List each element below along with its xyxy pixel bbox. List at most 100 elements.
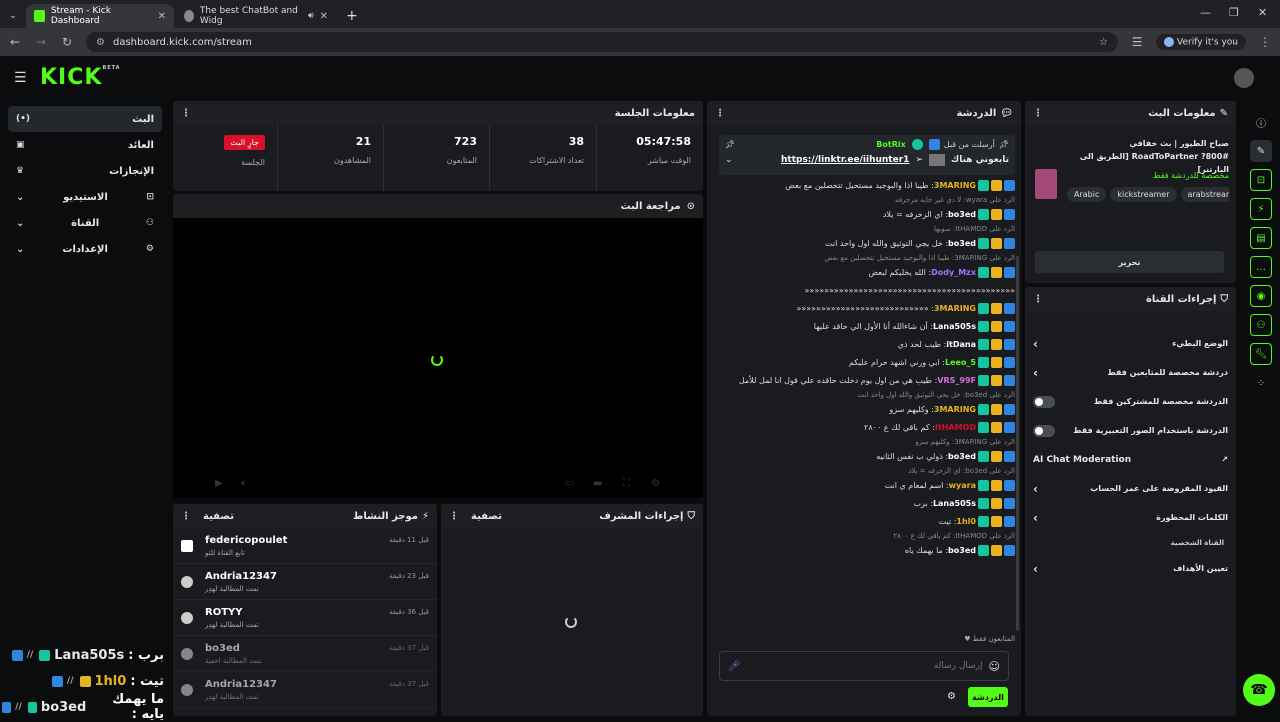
filter-button[interactable]: تصفية <box>471 511 502 522</box>
chat-settings-icon[interactable]: ⚙ <box>947 691 956 702</box>
tag-chip[interactable]: Arabic <box>1067 187 1107 202</box>
chat-message[interactable]: Lana505s: برب <box>719 495 1015 513</box>
chat-message[interactable]: bo3ed: خل يجي التوثيق والله اول واحد انت <box>719 235 1015 253</box>
theater-icon[interactable]: ▬ <box>593 478 602 489</box>
chat-username[interactable]: 1hl0 <box>956 517 976 526</box>
sidebar-item-channel[interactable]: ⚇ القناة ⌄ <box>8 210 162 236</box>
category-name[interactable]: مخصصة للدردشة فقط <box>1063 171 1229 180</box>
maximize-icon[interactable]: ❐ <box>1229 6 1239 19</box>
chat-message[interactable]: 3MARING: طيبا اذا والبوجيد مستحيل تتحصلي… <box>719 177 1015 195</box>
more-icon[interactable]: ⋮ <box>1033 108 1043 119</box>
chat-message[interactable]: Lana505s: أن شاءالله أنا الأول الي حاقد … <box>719 318 1015 336</box>
more-icon[interactable]: ⋮ <box>181 511 191 522</box>
subscribers-only-toggle[interactable] <box>1033 395 1055 408</box>
extensions-icon[interactable]: ☰ <box>1130 35 1144 49</box>
kick-logo[interactable]: KICKBETA <box>40 65 121 90</box>
chat-message[interactable]: itDana: طيب لحد ذي <box>719 336 1015 354</box>
apps-icon[interactable]: ⁘ <box>1250 372 1272 394</box>
chevron-down-icon[interactable]: ⌄ <box>725 155 733 165</box>
more-icon[interactable]: ⋮ <box>715 108 725 119</box>
chat-message[interactable]: wyara: اسم لمعام ي انت <box>719 477 1015 495</box>
info-icon[interactable]: ⓘ <box>1250 111 1272 133</box>
more-icon[interactable]: ⋮ <box>449 511 459 522</box>
more-icon[interactable]: ⋮ <box>181 108 191 119</box>
chat-username[interactable]: bo3ed <box>948 546 976 555</box>
url-input[interactable]: ⚙ dashboard.kick.com/stream ☆ <box>86 32 1119 52</box>
pinned-link[interactable]: https://linktr.ee/iihunter1 <box>781 155 909 165</box>
chat-username[interactable]: bo3ed <box>948 239 976 248</box>
chat-message[interactable]: 3MARING: ««««««««««««««««««««««««««« <box>719 300 1015 318</box>
profile-chip[interactable]: Verify it's you <box>1156 33 1246 51</box>
close-window-icon[interactable]: ✕ <box>1258 6 1267 19</box>
pip-icon[interactable]: ▭ <box>565 478 574 489</box>
chat-message[interactable]: VRS_99F: طيب هي من اول يوم دخلت حاقده عل… <box>719 372 1015 390</box>
focus-icon[interactable]: ⊡ <box>1250 169 1272 191</box>
set-goals-row[interactable]: تعيين الأهداف › <box>1025 554 1236 583</box>
wrench-icon[interactable]: 🔧︎ <box>1250 343 1272 365</box>
play-icon[interactable]: ▶ <box>215 478 223 489</box>
lightning-icon[interactable]: ⚡︎ <box>1250 198 1272 220</box>
chat-message[interactable]: ««««««««««««««««««««««««««««««««««««««««… <box>719 282 1015 300</box>
edit-stream-button[interactable]: تحرير <box>1035 251 1224 273</box>
chat-username[interactable]: 3MARING <box>934 405 976 414</box>
close-tab-icon[interactable]: ✕ <box>320 11 328 22</box>
bookmark-star-icon[interactable]: ☆ <box>1099 37 1108 48</box>
chat-message-input[interactable] <box>746 661 983 671</box>
users-icon[interactable]: ⚇ <box>1250 314 1272 336</box>
hamburger-menu-icon[interactable]: ☰ <box>14 70 27 86</box>
document-icon[interactable]: ▤ <box>1250 227 1272 249</box>
chat-username[interactable]: bo3ed <box>948 210 976 219</box>
sidebar-item-achievements[interactable]: الإنجازات ♛ <box>8 158 162 184</box>
account-age-row[interactable]: القيود المفروضة على عمر الحساب › <box>1025 474 1236 503</box>
chat-username[interactable]: Leeo_5 <box>945 358 976 367</box>
chat-username[interactable]: wyara <box>949 481 976 490</box>
chat-username[interactable]: VRS_99F <box>937 376 976 385</box>
chat-username[interactable]: bo3ed <box>948 452 976 461</box>
close-tab-icon[interactable]: ✕ <box>158 11 166 22</box>
browser-tab-chatbot[interactable]: The best ChatBot and Widg 🔊︎ ✕ <box>176 4 336 28</box>
tag-chip[interactable]: kickstreamer <box>1110 187 1177 202</box>
user-avatar[interactable] <box>1234 68 1254 88</box>
sidebar-item-studio[interactable]: ⊡ الاستيديو ⌄ <box>8 184 162 210</box>
volume-icon[interactable]: 🔈︎ <box>241 478 247 489</box>
chat-input[interactable]: ☺ 🎤︎ <box>719 651 1009 681</box>
browser-tab-kick[interactable]: Stream - Kick Dashboard ✕ <box>26 4 174 28</box>
broadcast-icon[interactable]: ◉ <box>1250 285 1272 307</box>
reload-icon[interactable]: ↻ <box>60 35 74 49</box>
send-chat-button[interactable]: الدردشة <box>968 687 1008 707</box>
chat-icon[interactable]: … <box>1250 256 1272 278</box>
ai-moderation-row[interactable]: AI Chat Moderation ↗ <box>1025 445 1236 474</box>
settings-icon[interactable]: ⚙ <box>651 478 660 489</box>
chat-message[interactable]: bo3ed: اي الزخرفه = يلاد <box>719 206 1015 224</box>
chat-username[interactable]: Lana505s <box>933 322 976 331</box>
sidebar-item-settings[interactable]: ⚙ الإعدادات ⌄ <box>8 236 162 262</box>
emoji-icon[interactable]: ☺ <box>989 660 1000 673</box>
tab-list-button[interactable]: ⌄ <box>2 4 24 28</box>
back-icon[interactable]: ← <box>8 35 22 49</box>
chat-message[interactable]: Dody_Mzx: الله يخليكم لبعض <box>719 264 1015 282</box>
chat-username[interactable]: 3MARING <box>934 181 976 190</box>
fullscreen-icon[interactable]: ⛶ <box>623 478 630 489</box>
edit-pen-icon[interactable]: ✎ <box>1250 140 1272 162</box>
minimize-icon[interactable]: — <box>1200 6 1211 19</box>
chat-message[interactable]: bo3ed: ذولي ب نفس الثانيه <box>719 448 1015 466</box>
tag-chip[interactable]: arabstreame <box>1180 187 1229 202</box>
browser-menu-icon[interactable]: ⋮ <box>1258 35 1272 49</box>
more-icon[interactable]: ⋮ <box>1033 294 1043 305</box>
banned-words-row[interactable]: الكلمات المحظورة › <box>1025 503 1236 532</box>
followers-only-row[interactable]: دردشة مخصصة للمتابعين فقط › <box>1025 358 1236 387</box>
new-tab-button[interactable]: + <box>338 4 366 28</box>
chat-message[interactable]: Leeo_5: ابي ورني اشهد حرام عليكم <box>719 354 1015 372</box>
chat-username[interactable]: ItHAMOD <box>935 423 976 432</box>
site-info-icon[interactable]: ⚙ <box>96 37 105 48</box>
chat-username[interactable]: itDana <box>946 340 976 349</box>
emote-only-toggle[interactable] <box>1033 424 1055 437</box>
chat-username[interactable]: Lana505s <box>933 499 976 508</box>
chat-username[interactable]: Dody_Mzx <box>931 268 976 277</box>
sidebar-item-revenue[interactable]: العائد ▣ <box>8 132 162 158</box>
chat-scrollbar[interactable] <box>1016 256 1019 631</box>
chat-username[interactable]: 3MARING <box>934 304 976 313</box>
chat-message[interactable]: 1hl0: تيت <box>719 513 1015 531</box>
support-chat-button[interactable]: ☎ <box>1243 674 1275 706</box>
filter-button[interactable]: تصفية <box>203 511 234 522</box>
